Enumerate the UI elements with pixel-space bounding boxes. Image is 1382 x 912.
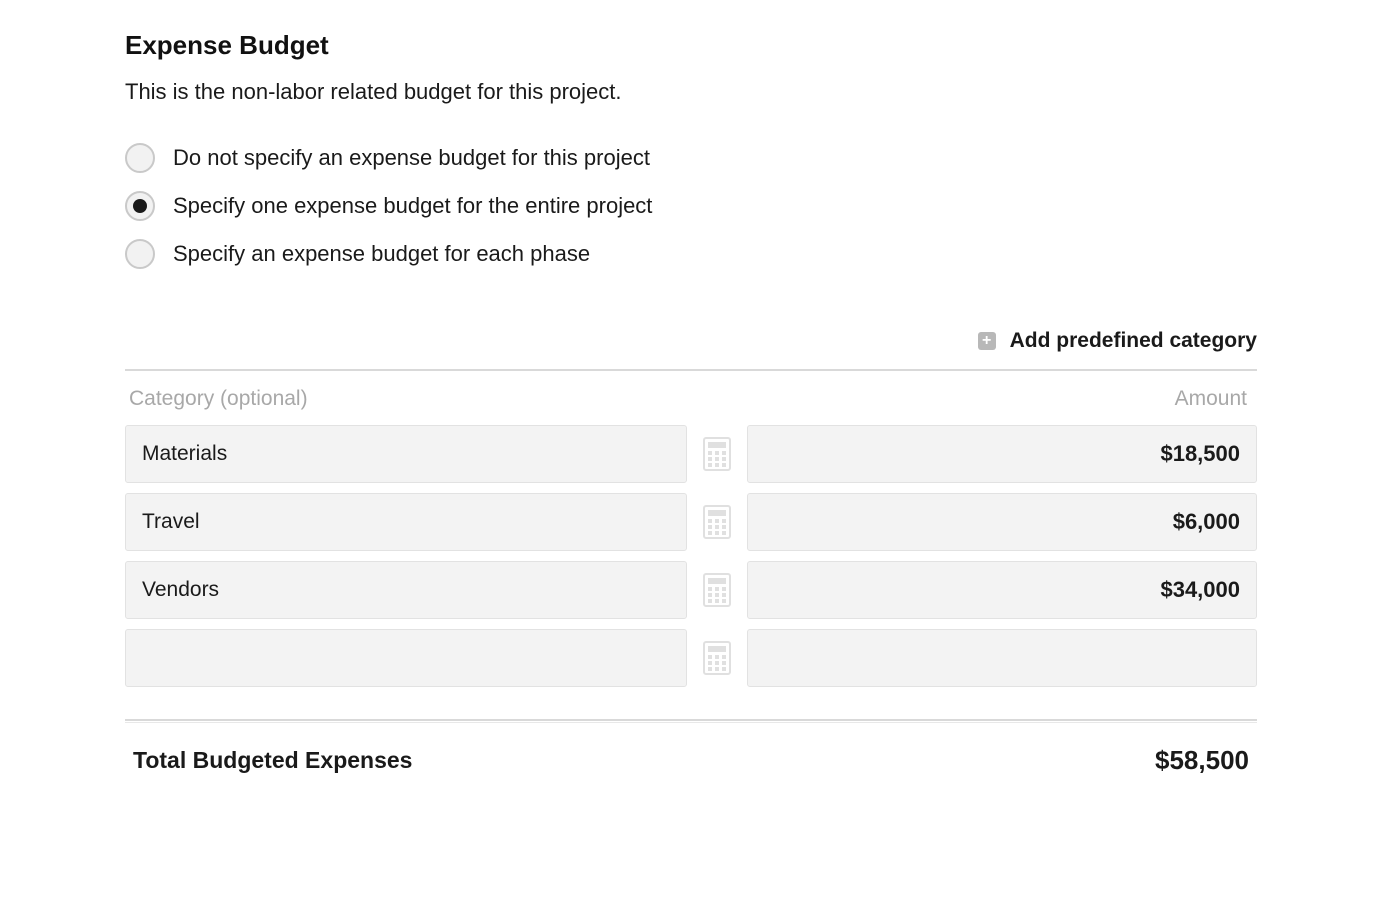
table-row — [125, 561, 1257, 619]
column-header-category: Category (optional) — [125, 387, 747, 411]
table-row — [125, 629, 1257, 687]
plus-icon: + — [978, 332, 996, 350]
amount-input[interactable] — [747, 493, 1257, 551]
calculator-icon — [703, 505, 731, 539]
calculator-button[interactable] — [697, 561, 737, 619]
radio-label: Do not specify an expense budget for thi… — [173, 145, 650, 171]
amount-input[interactable] — [747, 425, 1257, 483]
calculator-icon — [703, 573, 731, 607]
table-row — [125, 493, 1257, 551]
calculator-button[interactable] — [697, 629, 737, 687]
radio-label: Specify one expense budget for the entir… — [173, 193, 652, 219]
category-input[interactable] — [125, 561, 687, 619]
calculator-icon — [703, 437, 731, 471]
total-label: Total Budgeted Expenses — [133, 747, 412, 774]
amount-input[interactable] — [747, 561, 1257, 619]
total-amount: $58,500 — [1155, 745, 1249, 776]
table-header: Category (optional) Amount — [125, 387, 1257, 411]
radio-phase-budget[interactable]: Specify an expense budget for each phase — [125, 239, 1257, 269]
section-description: This is the non-labor related budget for… — [125, 79, 1257, 105]
add-predefined-category-button[interactable]: + Add predefined category — [978, 329, 1257, 353]
section-heading: Expense Budget — [125, 30, 1257, 61]
radio-label: Specify an expense budget for each phase — [173, 241, 590, 267]
divider — [125, 369, 1257, 371]
budget-type-radio-group: Do not specify an expense budget for thi… — [125, 143, 1257, 269]
add-category-label: Add predefined category — [1010, 329, 1257, 353]
amount-input[interactable] — [747, 629, 1257, 687]
calculator-button[interactable] — [697, 493, 737, 551]
radio-no-budget[interactable]: Do not specify an expense budget for thi… — [125, 143, 1257, 173]
radio-icon — [125, 239, 155, 269]
calculator-button[interactable] — [697, 425, 737, 483]
column-header-amount: Amount — [747, 387, 1257, 411]
add-category-row: + Add predefined category — [125, 329, 1257, 353]
category-input[interactable] — [125, 629, 687, 687]
calculator-icon — [703, 641, 731, 675]
category-input[interactable] — [125, 493, 687, 551]
radio-icon — [125, 191, 155, 221]
radio-one-budget[interactable]: Specify one expense budget for the entir… — [125, 191, 1257, 221]
total-row: Total Budgeted Expenses $58,500 — [125, 745, 1257, 776]
category-input[interactable] — [125, 425, 687, 483]
radio-icon — [125, 143, 155, 173]
table-row — [125, 425, 1257, 483]
divider — [125, 719, 1257, 723]
